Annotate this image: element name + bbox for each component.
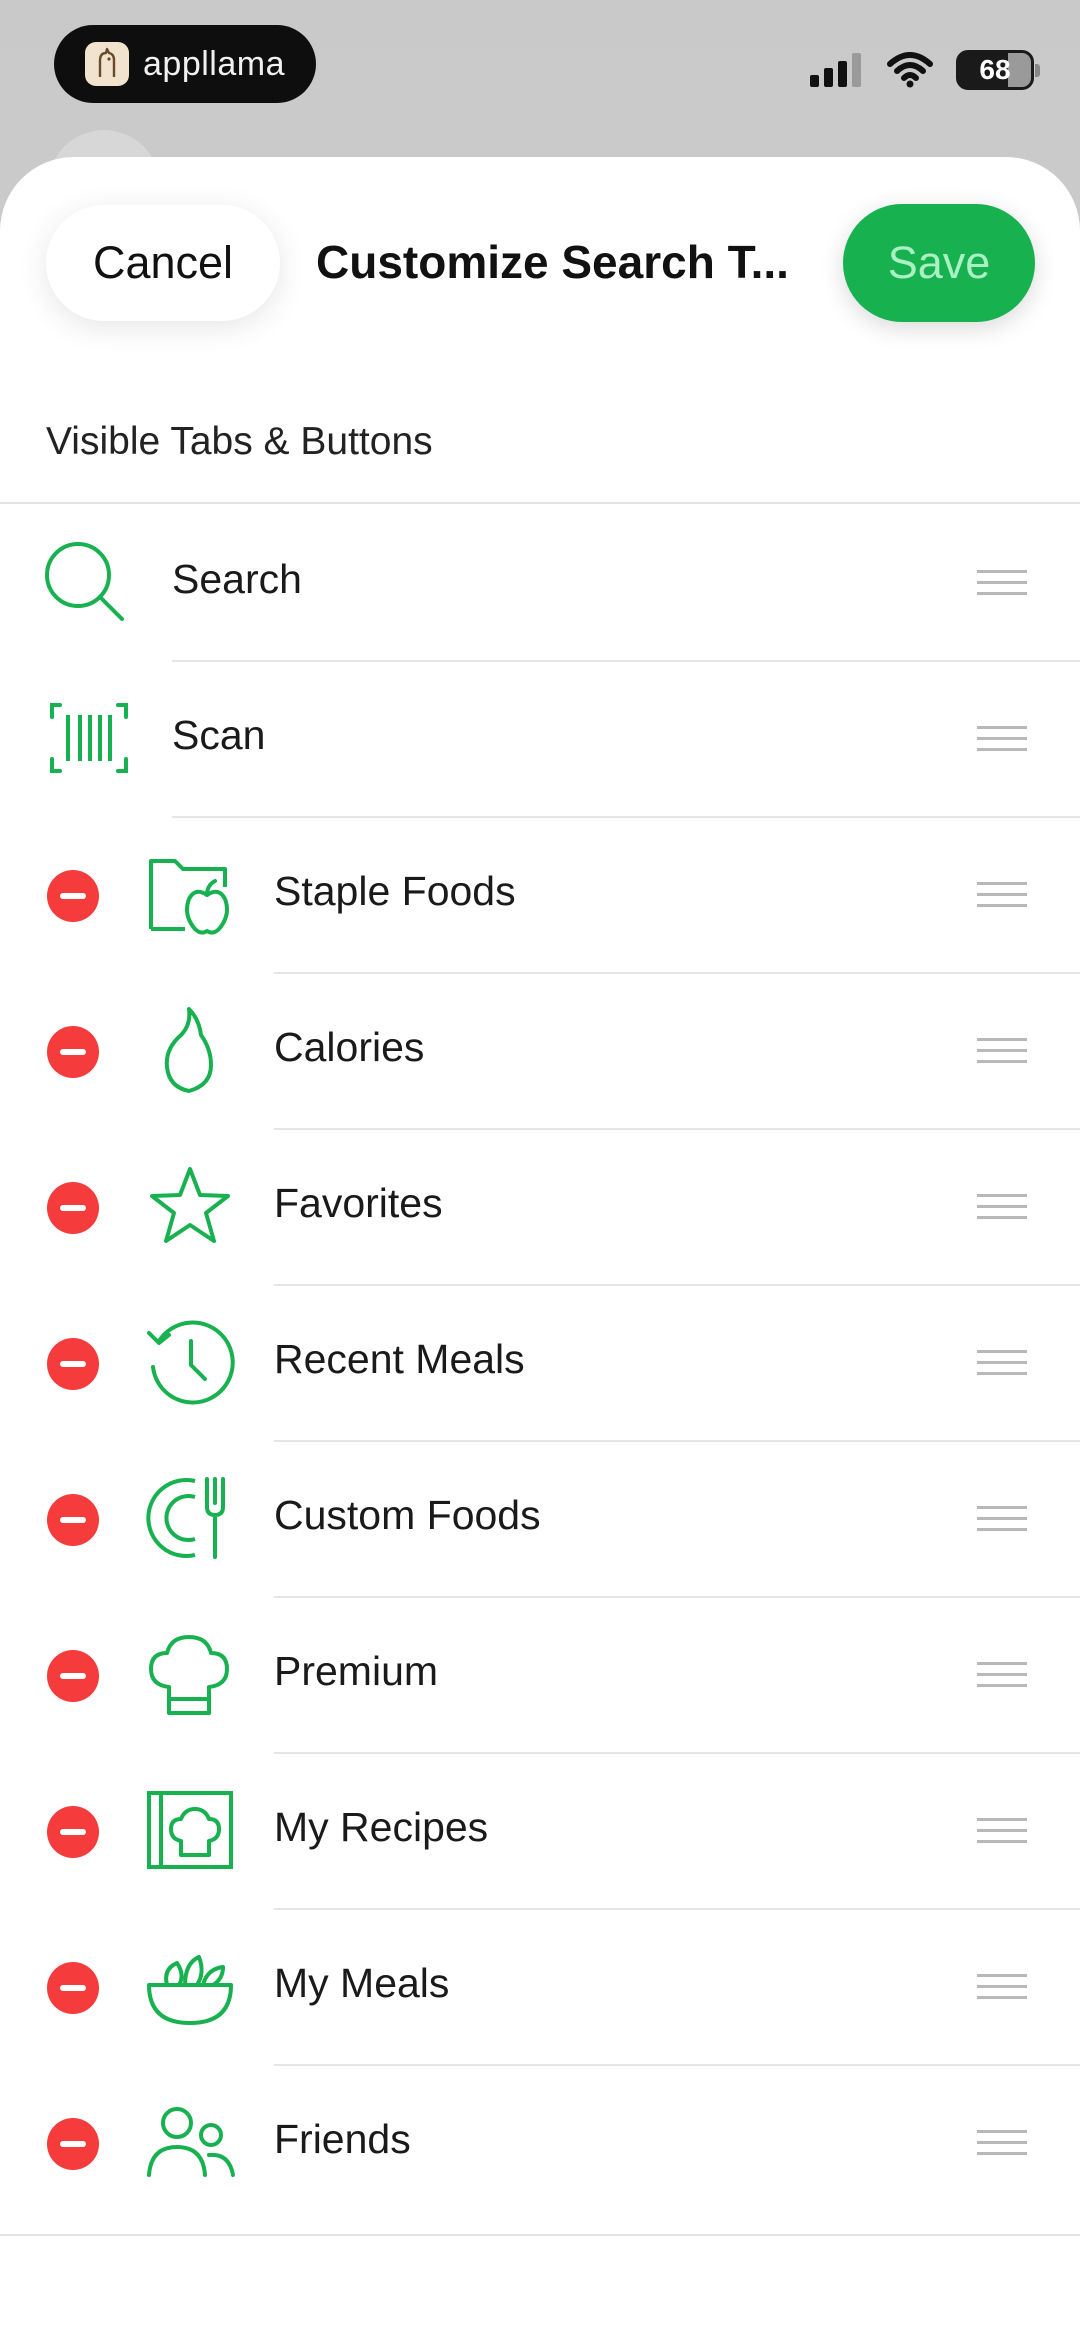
list-item-my-meals[interactable]: My Meals bbox=[0, 1908, 1080, 2066]
cancel-button[interactable]: Cancel bbox=[46, 205, 280, 321]
list-item-premium[interactable]: Premium bbox=[0, 1596, 1080, 1754]
cellular-signal-icon bbox=[810, 53, 861, 87]
drag-handle-icon[interactable] bbox=[977, 1350, 1027, 1376]
customize-sheet: Cancel Customize Search T... Save Visibl… bbox=[0, 157, 1080, 2337]
search-icon bbox=[45, 542, 124, 621]
item-label: Staple Foods bbox=[274, 868, 516, 914]
item-label: Recent Meals bbox=[274, 1336, 525, 1382]
chef-hat-icon bbox=[149, 1635, 229, 1715]
recipe-book-icon bbox=[147, 1791, 233, 1869]
brand-label: appllama bbox=[143, 44, 285, 83]
save-button[interactable]: Save bbox=[843, 204, 1035, 322]
drag-handle-icon[interactable] bbox=[977, 1506, 1027, 1532]
friends-icon bbox=[147, 2107, 235, 2177]
plate-fork-icon bbox=[146, 1477, 225, 1559]
wifi-icon bbox=[887, 52, 933, 88]
app-badge: appllama bbox=[54, 25, 316, 103]
item-label: Friends bbox=[274, 2116, 411, 2162]
section-header: Visible Tabs & Buttons bbox=[46, 420, 433, 463]
item-label: Premium bbox=[274, 1648, 439, 1694]
flame-icon bbox=[164, 1007, 213, 1093]
history-clock-icon bbox=[147, 1320, 235, 1405]
list-item-favorites[interactable]: Favorites bbox=[0, 1128, 1080, 1286]
drag-handle-icon[interactable] bbox=[977, 1974, 1027, 2000]
list-item-friends[interactable]: Friends bbox=[0, 2064, 1080, 2220]
llama-logo-icon bbox=[85, 42, 129, 86]
remove-button[interactable] bbox=[47, 1806, 99, 1858]
remove-button[interactable] bbox=[47, 1026, 99, 1078]
item-label: Custom Foods bbox=[274, 1492, 541, 1538]
list-bottom-divider bbox=[0, 2234, 1080, 2236]
list-item-my-recipes[interactable]: My Recipes bbox=[0, 1752, 1080, 1910]
drag-handle-icon[interactable] bbox=[977, 1038, 1027, 1064]
item-label: Search bbox=[172, 556, 302, 602]
list-item-calories[interactable]: Calories bbox=[0, 972, 1080, 1130]
item-label: My Recipes bbox=[274, 1804, 489, 1850]
remove-button[interactable] bbox=[47, 1650, 99, 1702]
barcode-scan-icon bbox=[50, 703, 128, 773]
drag-handle-icon[interactable] bbox=[977, 1662, 1027, 1688]
battery-level: 68 bbox=[979, 54, 1011, 85]
item-label: Calories bbox=[274, 1024, 425, 1070]
star-icon bbox=[150, 1167, 230, 1243]
list-item-staple-foods[interactable]: Staple Foods bbox=[0, 816, 1080, 974]
drag-handle-icon[interactable] bbox=[977, 726, 1027, 752]
sheet-title: Customize Search T... bbox=[316, 236, 789, 288]
remove-button[interactable] bbox=[47, 2118, 99, 2170]
battery-indicator: 68 bbox=[956, 50, 1040, 90]
status-indicators: 68 bbox=[810, 50, 1040, 90]
list-item-recent-meals[interactable]: Recent Meals bbox=[0, 1284, 1080, 1442]
remove-button[interactable] bbox=[47, 1338, 99, 1390]
item-label: Favorites bbox=[274, 1180, 443, 1226]
screen: appllama 68 Cancel Customize Search T...… bbox=[0, 0, 1080, 2337]
drag-handle-icon[interactable] bbox=[977, 882, 1027, 908]
drag-handle-icon[interactable] bbox=[977, 1194, 1027, 1220]
drag-handle-icon[interactable] bbox=[977, 570, 1027, 596]
remove-button[interactable] bbox=[47, 1494, 99, 1546]
drag-handle-icon[interactable] bbox=[977, 1818, 1027, 1844]
drag-handle-icon[interactable] bbox=[977, 2130, 1027, 2156]
item-label: My Meals bbox=[274, 1960, 450, 2006]
list-item-scan[interactable]: Scan bbox=[0, 660, 1080, 818]
folder-apple-icon bbox=[149, 859, 229, 935]
salad-bowl-icon bbox=[147, 1955, 233, 2025]
list-item-search[interactable]: Search bbox=[0, 504, 1080, 662]
remove-button[interactable] bbox=[47, 1962, 99, 2014]
list-item-custom-foods[interactable]: Custom Foods bbox=[0, 1440, 1080, 1598]
remove-button[interactable] bbox=[47, 1182, 99, 1234]
tabs-list: Search Scan Staple Foods Calories Favori… bbox=[0, 504, 1080, 2220]
remove-button[interactable] bbox=[47, 870, 99, 922]
item-label: Scan bbox=[172, 712, 266, 758]
